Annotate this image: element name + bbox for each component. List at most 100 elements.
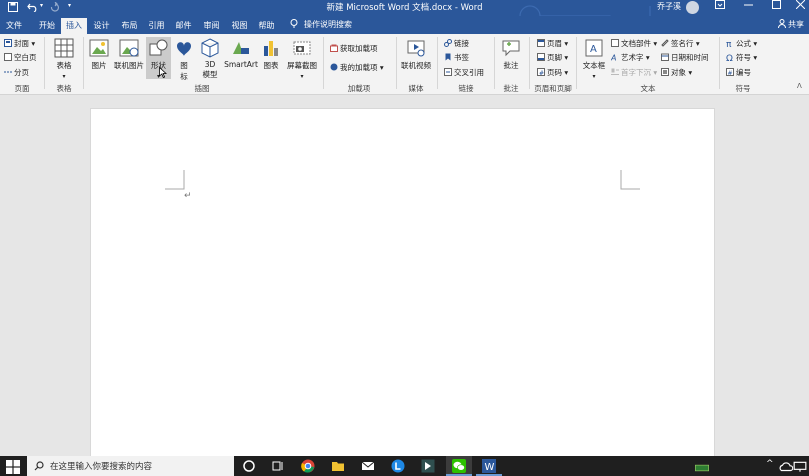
blank-page-button[interactable]: 空白页 <box>4 52 37 64</box>
header-footer-group-label: 页眉和页脚 <box>534 84 572 93</box>
mail-icon[interactable] <box>361 459 375 473</box>
wordart-button[interactable]: A 艺术字 ▾ <box>610 52 650 64</box>
ribbon-tab-bar: 文件 开始 插入 设计 布局 引用 邮件 审阅 视图 帮助 <box>0 16 809 34</box>
word-taskbar-button[interactable]: W <box>476 456 502 476</box>
cover-page-icon <box>4 39 12 47</box>
addins-icon <box>330 63 338 71</box>
svg-text:#: # <box>728 70 733 76</box>
table-button[interactable]: 表格 ▾ <box>50 38 78 80</box>
tab-home[interactable]: 开始 <box>33 18 61 34</box>
tab-design[interactable]: 设计 <box>88 18 115 34</box>
word-icon: W <box>482 459 496 473</box>
tab-references[interactable]: 引用 <box>143 18 170 34</box>
icons-button[interactable]: 图标 <box>174 38 194 82</box>
my-addins-button[interactable]: 我的加载项 ▾ <box>330 62 384 74</box>
quick-parts-button[interactable]: 文档部件 ▾ <box>611 38 657 50</box>
close-icon[interactable] <box>789 0 809 16</box>
online-video-button[interactable]: 联机视频 <box>399 38 433 71</box>
store-icon <box>330 44 338 52</box>
tab-view[interactable]: 视图 <box>226 18 253 34</box>
app-dark-icon[interactable] <box>421 459 435 473</box>
cover-page-button[interactable]: 封面 ▾ <box>4 38 35 50</box>
group-divider <box>396 37 397 89</box>
minimize-icon[interactable] <box>737 0 759 16</box>
cross-reference-button[interactable]: 交叉引用 <box>444 67 484 79</box>
ribbon-display-options-icon[interactable] <box>709 0 731 16</box>
show-hidden-icons-icon[interactable]: ^ <box>766 459 774 469</box>
chrome-icon[interactable] <box>301 459 315 473</box>
tab-file[interactable]: 文件 <box>0 18 28 34</box>
illustrations-group-label: 插图 <box>194 84 210 93</box>
media-group-label: 媒体 <box>408 84 424 93</box>
network-icon[interactable] <box>793 460 807 474</box>
number-button[interactable]: # 编号 <box>726 67 751 79</box>
ribbon: 封面 ▾ 空白页 分页 页面 表格 ▾ 表格 图片 联机图片 形状 ▾ 图标 3D 模… <box>0 34 809 95</box>
task-view-icon[interactable] <box>271 459 285 473</box>
blank-page-icon <box>4 53 12 61</box>
signature-line-button[interactable]: 签名行 ▾ <box>661 38 700 50</box>
footer-button[interactable]: 页脚 ▾ <box>537 52 568 64</box>
bookmark-icon <box>444 53 452 61</box>
number-icon: # <box>726 68 734 77</box>
tab-help[interactable]: 帮助 <box>253 18 280 34</box>
bookmark-button[interactable]: 书签 <box>444 52 469 64</box>
pictures-button[interactable]: 图片 <box>88 38 110 71</box>
tables-group-label: 表格 <box>56 84 72 93</box>
drop-cap-button[interactable]: 首字下沉 ▾ <box>611 67 657 79</box>
online-pictures-button[interactable]: 联机图片 <box>112 38 146 71</box>
tab-layout[interactable]: 布局 <box>116 18 143 34</box>
smartart-icon <box>233 42 249 54</box>
tab-insert[interactable]: 插入 <box>61 18 87 34</box>
tab-review[interactable]: 审阅 <box>198 18 225 34</box>
title-bar: ▾ ▾ 新建 Microsoft Word 文档.docx - Word 乔子溪 <box>0 0 809 16</box>
picture-icon <box>89 39 109 57</box>
pi-icon: π <box>726 40 732 50</box>
get-addins-button[interactable]: 获取加载项 <box>330 43 378 55</box>
comment-icon <box>502 40 520 57</box>
page-break-button[interactable]: 分页 <box>4 67 29 79</box>
tab-mailings[interactable]: 邮件 <box>170 18 197 34</box>
equation-button[interactable]: π 公式 ▾ <box>726 38 757 50</box>
pages-group-label: 页面 <box>14 84 30 93</box>
text-box-button[interactable]: A 文本框 ▾ <box>580 38 608 80</box>
link-button[interactable]: 链接 <box>444 38 469 50</box>
tray-app-icon[interactable] <box>695 461 709 475</box>
3d-models-button[interactable]: 3D 模型 <box>198 38 222 80</box>
wechat-taskbar-button[interactable] <box>446 456 472 476</box>
header-button[interactable]: 页眉 ▾ <box>537 38 568 50</box>
object-icon <box>661 68 669 76</box>
windows-start-icon[interactable] <box>6 460 20 474</box>
share-button[interactable]: 共享 <box>778 19 804 30</box>
date-time-button[interactable]: 日期和时间 <box>661 52 709 64</box>
wechat-icon <box>452 459 466 473</box>
user-name[interactable]: 乔子溪 <box>657 1 681 12</box>
svg-text:#: # <box>539 70 544 76</box>
document-page[interactable]: ↵ <box>90 108 715 462</box>
svg-text:A: A <box>611 54 616 62</box>
footer-icon <box>537 53 545 61</box>
new-comment-button[interactable]: 批注 <box>499 38 523 71</box>
smartart-button[interactable]: SmartArt <box>223 38 259 69</box>
omega-icon: Ω <box>726 54 733 64</box>
chart-icon <box>264 41 278 56</box>
file-explorer-icon[interactable] <box>331 459 345 473</box>
calendar-icon <box>661 53 669 61</box>
comments-group-label: 批注 <box>503 84 519 93</box>
addins-group-label: 加载项 <box>347 84 371 93</box>
tell-me-search[interactable]: 操作说明搜索 <box>290 19 352 30</box>
cortana-icon[interactable] <box>242 459 256 473</box>
app-blue-l-icon[interactable] <box>391 459 405 473</box>
maximize-icon[interactable] <box>765 0 787 16</box>
object-button[interactable]: 对象 ▾ <box>661 67 692 79</box>
screenshot-button[interactable]: 屏幕截图 ▾ <box>285 38 319 80</box>
onedrive-icon[interactable] <box>779 460 793 474</box>
page-break-icon <box>4 68 12 76</box>
collapse-ribbon-icon[interactable]: ᐱ <box>797 82 802 90</box>
page-number-icon: # <box>537 68 545 77</box>
chart-button[interactable]: 图表 <box>261 38 281 71</box>
avatar[interactable] <box>686 1 699 14</box>
symbol-button[interactable]: Ω 符号 ▾ <box>726 52 757 64</box>
header-icon <box>537 39 545 47</box>
page-number-button[interactable]: # 页码 ▾ <box>537 67 568 79</box>
taskbar-search-box[interactable]: 在这里输入你要搜索的内容 <box>27 456 234 476</box>
